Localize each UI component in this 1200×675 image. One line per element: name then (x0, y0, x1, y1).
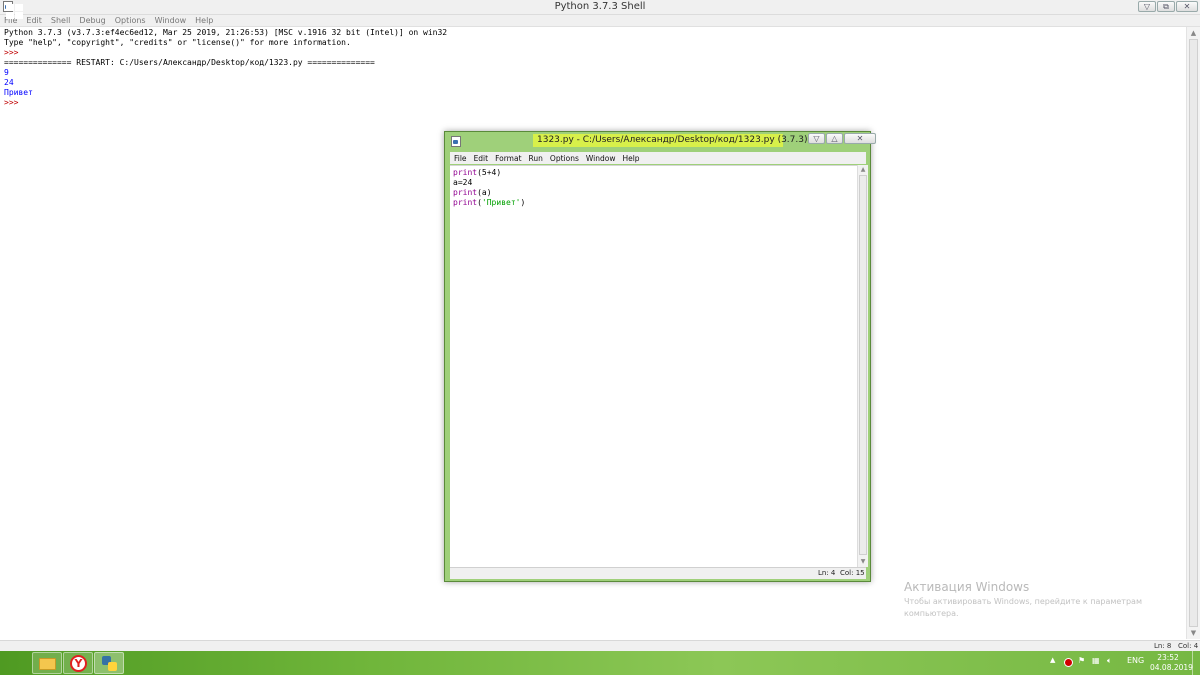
restore-button[interactable]: ⧉ (1157, 1, 1175, 12)
menu-format[interactable]: Format (491, 154, 524, 163)
scroll-down-arrow-icon[interactable]: ▼ (1187, 627, 1200, 639)
windows-logo-pane (6, 12, 14, 19)
menu-file[interactable]: File (450, 154, 470, 163)
shell-prompt: >>> (4, 48, 24, 57)
shell-status-col: Col: 4 (1178, 642, 1199, 650)
shell-menubar: File Edit Shell Debug Options Window Hel… (0, 15, 1200, 27)
menu-options[interactable]: Options (546, 154, 582, 163)
editor-window: 1323.py - C:/Users/Александр/Desktop/код… (444, 131, 876, 582)
editor-statusbar: Ln: 4 Col: 15 (450, 567, 866, 579)
builtin-print: print (453, 168, 478, 177)
shell-line-banner: Python 3.7.3 (v3.7.3:ef4ec6ed12, Mar 25 … (4, 28, 448, 37)
python-icon (102, 656, 117, 671)
taskbar (0, 651, 1200, 675)
code-line: print(a) (453, 188, 525, 198)
menu-help[interactable]: Help (618, 154, 642, 163)
tray-show-hidden-icon[interactable]: ▲ (1050, 656, 1055, 664)
editor-scrollbar[interactable]: ▲ ▼ (857, 165, 868, 567)
menu-options[interactable]: Options (111, 16, 151, 25)
start-button[interactable] (4, 2, 26, 22)
taskbar-python-button[interactable] (94, 652, 124, 674)
editor-menubar: File Edit Format Run Options Window Help (450, 152, 866, 164)
action-center-flag-icon[interactable]: ⚑ (1078, 656, 1085, 665)
windows-logo-pane (15, 12, 23, 19)
menu-edit[interactable]: Edit (470, 154, 492, 163)
menu-shell[interactable]: Shell (47, 16, 76, 25)
menu-help[interactable]: Help (191, 16, 218, 25)
menu-edit[interactable]: Edit (22, 16, 47, 25)
code-paren: ) (520, 198, 526, 207)
code-line: print('Привет') (453, 198, 525, 208)
editor-window-title: 1323.py - C:/Users/Александр/Desktop/код… (537, 135, 808, 145)
taskbar-explorer-button[interactable] (32, 652, 62, 674)
python-file-icon[interactable] (451, 136, 461, 147)
code-args: (5+4) (477, 168, 502, 177)
close-button[interactable]: ✕ (1176, 1, 1198, 12)
shell-status-line: Ln: 8 (1154, 642, 1172, 650)
scroll-thumb[interactable] (1189, 39, 1198, 627)
code-content: print(5+4) a=24 print(a) print('Привет') (453, 168, 525, 208)
shell-line-restart: ============== RESTART: C:/Users/Алексан… (4, 58, 375, 67)
maximize-button[interactable]: △ (826, 133, 843, 144)
string-literal: 'Привет' (481, 198, 521, 207)
shell-window-title: Python 3.7.3 Shell (554, 1, 646, 12)
code-editor-area[interactable]: print(5+4) a=24 print(a) print('Привет') (450, 165, 857, 568)
builtin-print: print (453, 198, 478, 207)
taskbar-clock[interactable]: 23:52 04.08.2019 (1150, 653, 1193, 673)
shell-output-line: 24 (4, 78, 14, 87)
menu-debug[interactable]: Debug (75, 16, 110, 25)
scroll-up-arrow-icon[interactable]: ▲ (1187, 27, 1200, 39)
shell-output-line: 9 (4, 68, 9, 77)
clock-time: 23:52 (1157, 653, 1179, 662)
shell-scrollbar[interactable]: ▲ ▼ (1186, 27, 1200, 639)
code-line: print(5+4) (453, 168, 525, 178)
shell-output-area[interactable]: Python 3.7.3 (v3.7.3:ef4ec6ed12, Mar 25 … (4, 28, 1184, 108)
editor-window-controls: ▽ △ ✕ (808, 133, 876, 144)
shell-output-line: Привет (4, 88, 33, 97)
yandex-browser-icon: Y (70, 655, 87, 672)
windows-logo-icon (6, 4, 14, 11)
show-desktop-button[interactable] (1192, 651, 1200, 675)
close-button[interactable]: ✕ (844, 133, 876, 144)
folder-icon (39, 658, 56, 670)
menu-window[interactable]: Window (582, 154, 619, 163)
menu-run[interactable]: Run (525, 154, 546, 163)
minimize-button[interactable]: ▽ (1138, 1, 1156, 12)
scroll-down-arrow-icon[interactable]: ▼ (858, 557, 868, 567)
shell-line-help: Type "help", "copyright", "credits" or "… (4, 38, 351, 47)
menu-window[interactable]: Window (151, 16, 192, 25)
shell-prompt-current[interactable]: >>> (4, 98, 1184, 108)
antivirus-tray-icon[interactable] (1064, 658, 1073, 667)
clock-date: 04.08.2019 (1150, 663, 1193, 672)
volume-icon[interactable]: 🔈︎ (1107, 656, 1112, 666)
shell-window-controls: ▽ ⧉ ✕ (1138, 1, 1198, 12)
scroll-up-arrow-icon[interactable]: ▲ (858, 165, 868, 175)
minimize-button[interactable]: ▽ (808, 133, 825, 144)
editor-status-line: Ln: 4 (818, 569, 836, 577)
network-icon[interactable]: ▦ (1092, 656, 1100, 665)
code-line: a=24 (453, 178, 473, 187)
editor-status-col: Col: 15 (840, 569, 865, 577)
windows-logo-pane (15, 4, 23, 11)
builtin-print: print (453, 188, 478, 197)
activation-watermark-text: Чтобы активировать Windows, перейдите к … (904, 597, 1142, 618)
scroll-thumb[interactable] (859, 175, 867, 555)
activation-watermark-title: Активация Windows (904, 580, 1030, 594)
language-indicator[interactable]: ENG (1127, 656, 1144, 665)
code-args: (a) (477, 188, 492, 197)
taskbar-yandex-browser-button[interactable]: Y (63, 652, 93, 674)
